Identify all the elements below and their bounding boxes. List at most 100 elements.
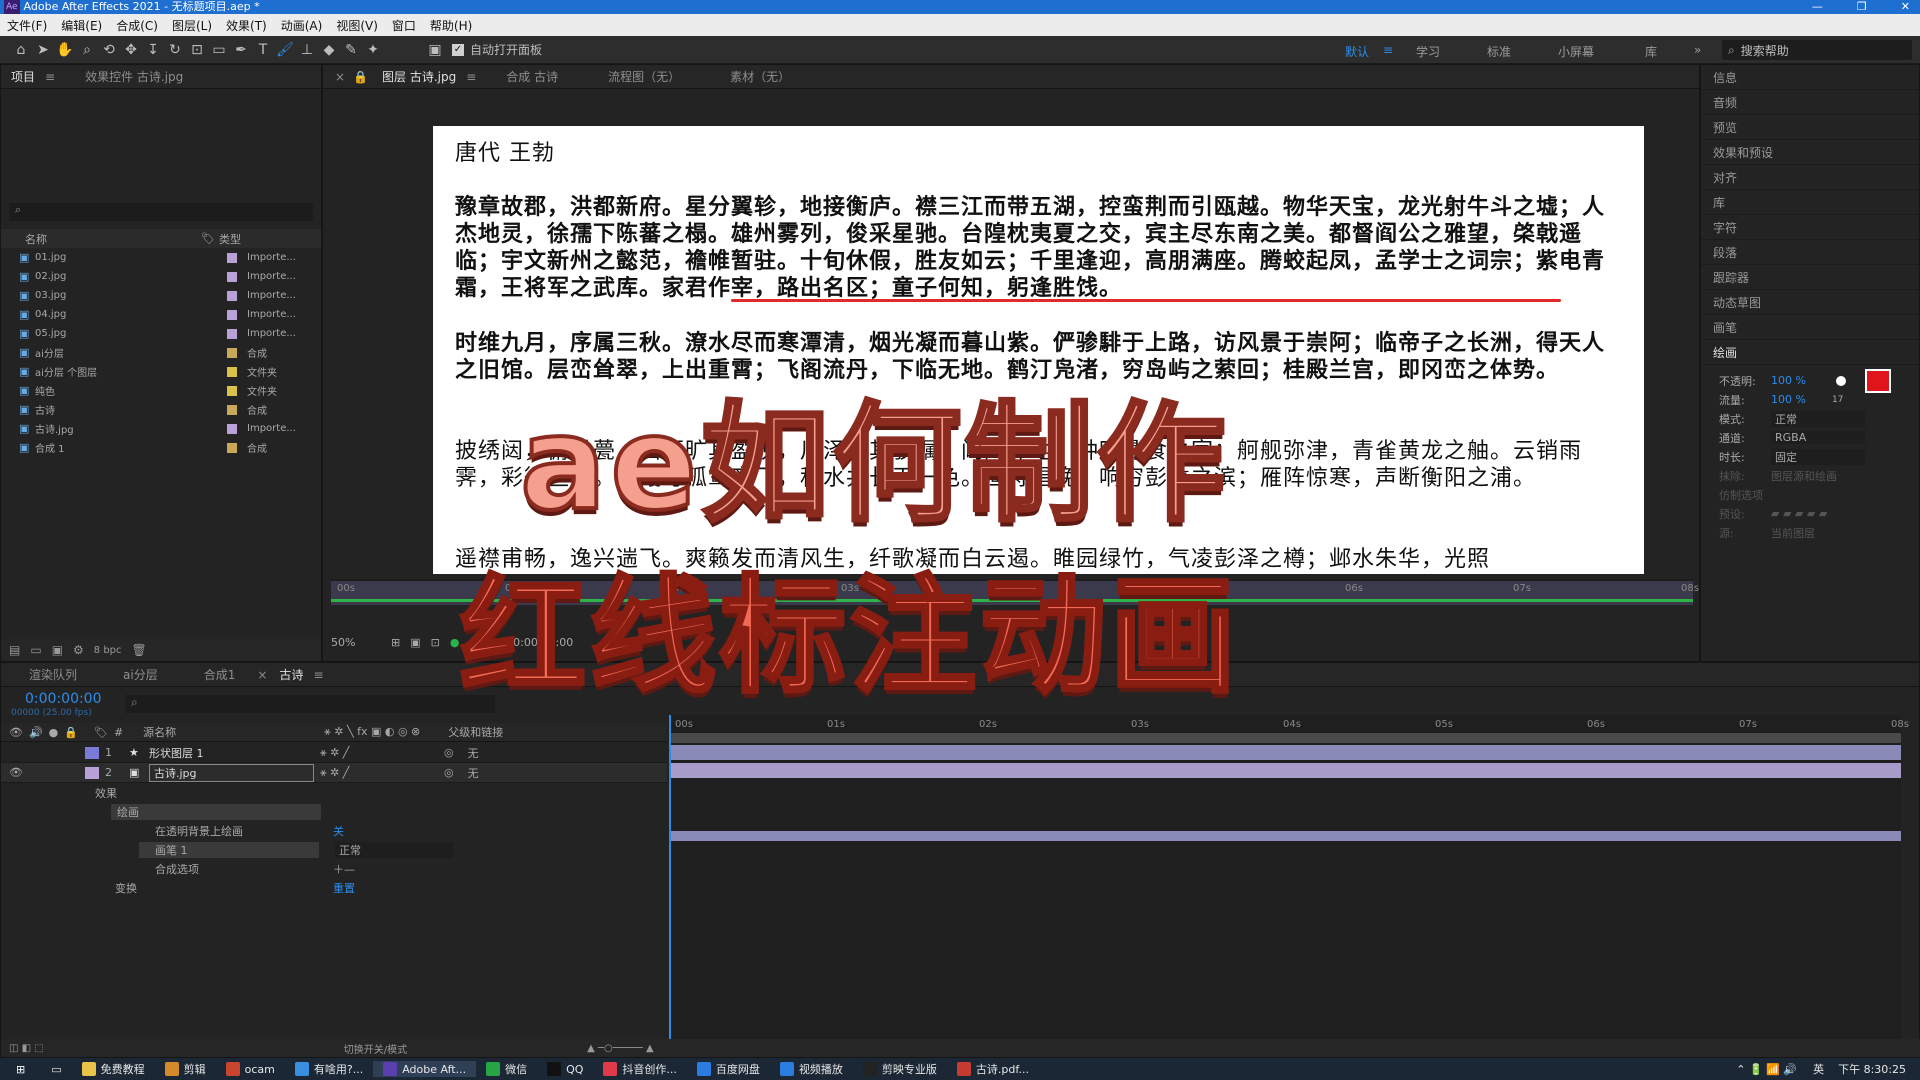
panel-item-2[interactable]: 预览 [1701, 115, 1919, 140]
brush-stroke-label[interactable]: 画笔 1 [139, 841, 319, 858]
project-item[interactable]: ▣ 05.jpg Importe... [1, 324, 321, 343]
taskbar-app[interactable]: 古诗.pdf... [947, 1061, 1039, 1077]
taskbar-app[interactable]: ocam [216, 1061, 285, 1077]
ime-indicator[interactable]: 英 [1805, 1061, 1832, 1077]
layer-2-bar[interactable] [671, 763, 1901, 778]
parent-dropdown[interactable]: 无 [468, 745, 608, 761]
tab-comp1[interactable]: 合成1 [194, 666, 246, 683]
taskbar-app[interactable]: 免费教程 [72, 1061, 155, 1077]
project-item[interactable]: ▣ 纯色 文件夹 [1, 381, 321, 400]
menu-effect[interactable]: 效果(T) [219, 17, 274, 34]
mode-dropdown[interactable]: 正常 [1771, 410, 1865, 427]
channel-dropdown[interactable]: RGBA [1771, 431, 1865, 444]
workspace-small-screen[interactable]: 小屏幕 [1558, 43, 1594, 60]
trash-icon[interactable]: 🗑 [132, 643, 147, 657]
brush-preview-icon[interactable] [1835, 375, 1846, 386]
pan-tool-icon[interactable]: ✥ [120, 39, 142, 61]
project-item[interactable]: ▣ 古诗.jpg Importe... [1, 419, 321, 438]
tab-flowchart[interactable]: 流程图（无） [598, 68, 690, 85]
transform-reset[interactable]: 重置 [333, 880, 355, 896]
project-item[interactable]: ▣ 04.jpg Importe... [1, 305, 321, 324]
col-parent[interactable]: 父级和链接 [448, 724, 503, 740]
interpret-footage-icon[interactable]: ▤ [9, 643, 20, 657]
menu-animation[interactable]: 动画(A) [274, 17, 330, 34]
lock-icon[interactable]: 🔒 [64, 726, 78, 739]
home-icon[interactable]: ⌂ [10, 39, 32, 61]
project-item[interactable]: ▣ 合成 1 合成 [1, 438, 321, 457]
taskbar-app[interactable]: 有啥用?... [285, 1061, 373, 1077]
panel-item-1[interactable]: 音频 [1701, 90, 1919, 115]
tab-comp[interactable]: 合成 古诗 [496, 68, 568, 85]
col-source-name[interactable]: 源名称 [143, 724, 318, 740]
project-menu-icon[interactable]: ≡ [45, 70, 55, 84]
footer-icons[interactable]: ◫ ◧ ⬚ [9, 1043, 44, 1054]
current-time-indicator[interactable] [669, 715, 671, 1049]
project-search-input[interactable]: ⌕ [9, 203, 313, 221]
close-tab-icon[interactable]: × [323, 70, 349, 84]
paint-effect-label[interactable]: 绘画 [111, 803, 321, 820]
help-search[interactable]: ⌕ 搜索帮助 [1722, 40, 1912, 60]
duration-dropdown[interactable]: 固定 [1771, 448, 1865, 465]
taskbar-app[interactable]: 微信 [476, 1061, 537, 1077]
visibility-icon[interactable]: 👁 [9, 726, 23, 739]
selection-tool-icon[interactable]: ➤ [32, 39, 54, 61]
taskbar-app[interactable]: 剪映专业版 [853, 1061, 947, 1077]
rectangle-tool-icon[interactable]: ▭ [208, 39, 230, 61]
clone-stamp-icon[interactable]: ⊥ [296, 39, 318, 61]
pen-tool-icon[interactable]: ✒ [230, 39, 252, 61]
new-folder-icon[interactable]: ▭ [30, 643, 41, 657]
layer-name[interactable]: 形状图层 1 [149, 745, 314, 761]
layer-switches[interactable]: ⚹ ✲ ╱ [320, 746, 438, 760]
source-dropdown[interactable]: 当前图层 [1771, 525, 1815, 541]
fit-icon[interactable]: ⊞ [391, 636, 400, 649]
taskbar-app[interactable]: Adobe Aft... [373, 1061, 477, 1077]
workspace-menu-icon[interactable]: ≡ [1383, 43, 1393, 57]
clone-presets[interactable]: ▰ ▰ ▰ ▰ ▰ [1771, 507, 1827, 520]
tab-ai-layers[interactable]: ai分层 [113, 666, 168, 683]
menu-file[interactable]: 文件(F) [0, 17, 54, 34]
toggle-switches-modes[interactable]: 切换开关/模式 [344, 1041, 407, 1056]
timecode-display[interactable]: 0:00:00:00 [25, 691, 102, 707]
layer-label-color[interactable] [85, 766, 99, 779]
project-item[interactable]: ▣ ai分层 个图层 文件夹 [1, 362, 321, 381]
task-view-icon[interactable]: ▭ [41, 1063, 71, 1076]
workspace-library[interactable]: 库 [1645, 43, 1657, 60]
flow-value[interactable]: 100 % [1771, 393, 1806, 406]
taskbar-app[interactable]: 剪辑 [155, 1061, 216, 1077]
roto-brush-icon[interactable]: ✎ [340, 39, 362, 61]
safe-zones-icon[interactable]: ▣ [410, 636, 420, 649]
tab-gushi[interactable]: 古诗 [269, 666, 313, 683]
tab-layer[interactable]: 图层 古诗.jpg [372, 68, 466, 85]
panel-item-6[interactable]: 字符 [1701, 215, 1919, 240]
project-settings-icon[interactable]: ⚙ [73, 643, 84, 657]
mask-icon[interactable]: ● [450, 636, 460, 649]
menu-window[interactable]: 窗口 [385, 17, 423, 34]
layer-name[interactable]: 古诗.jpg [149, 763, 314, 782]
layer-row[interactable]: 1 ★ 形状图层 1 ⚹ ✲ ╱ ◎ 无 [1, 743, 667, 763]
minimize-icon[interactable]: — [1812, 0, 1823, 14]
parent-pickwhip-icon[interactable]: ◎ [444, 746, 454, 759]
orbit-tool-icon[interactable]: ⟲ [98, 39, 120, 61]
type-tool-icon[interactable]: T [252, 39, 274, 61]
paint-on-transparent-value[interactable]: 关 [333, 823, 344, 839]
close-tab-icon[interactable]: × [255, 668, 269, 682]
taskbar-app[interactable]: 视频播放 [770, 1061, 853, 1077]
menu-edit[interactable]: 编辑(E) [54, 17, 109, 34]
windows-start-icon[interactable]: ⊞ [0, 1063, 41, 1076]
timeline-menu-icon[interactable]: ≡ [313, 668, 323, 682]
panel-item-10[interactable]: 画笔 [1701, 315, 1919, 340]
opacity-value[interactable]: 100 % [1771, 374, 1806, 387]
zoom-tool-icon[interactable]: ⌕ [76, 39, 98, 61]
add-remove-icon[interactable]: ＋— [333, 861, 355, 877]
col-name[interactable]: 名称 [25, 231, 201, 247]
panel-item-3[interactable]: 效果和预设 [1701, 140, 1919, 165]
menu-layer[interactable]: 图层(L) [165, 17, 219, 34]
workspace-learn[interactable]: 学习 [1416, 43, 1440, 60]
layer-row[interactable]: 👁 2 ▣ 古诗.jpg ⚹ ✲ ╱ ◎ 无 [1, 763, 667, 783]
taskbar-app[interactable]: 百度网盘 [687, 1061, 770, 1077]
col-type[interactable]: 类型 [219, 231, 241, 247]
viewer-menu-icon[interactable]: ≡ [466, 70, 476, 84]
layer-search-input[interactable]: ⌕ [125, 695, 495, 713]
panel-item-0[interactable]: 信息 [1701, 65, 1919, 90]
grid-icon[interactable]: ⊡ [431, 636, 440, 649]
